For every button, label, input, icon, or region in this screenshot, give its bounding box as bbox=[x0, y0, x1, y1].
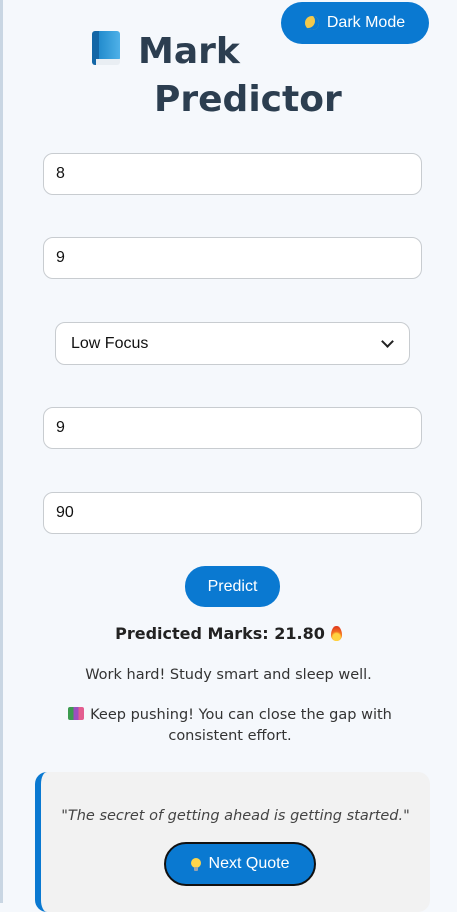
encouragement-tip: Keep pushing! You can close the gap with… bbox=[30, 705, 430, 747]
title-line1: Mark bbox=[138, 31, 240, 72]
input-field-3[interactable] bbox=[43, 407, 422, 449]
book-icon bbox=[92, 31, 120, 65]
books-icon bbox=[68, 707, 85, 720]
quote-card: "The secret of getting ahead is getting … bbox=[35, 772, 430, 912]
title-line2: Predictor bbox=[154, 79, 342, 120]
advice-text: Work hard! Study smart and sleep well. bbox=[85, 667, 372, 683]
chevron-down-icon bbox=[381, 335, 394, 348]
predicted-marks: Predicted Marks: 21.80 bbox=[0, 624, 457, 643]
input-field-4[interactable] bbox=[43, 492, 422, 534]
page-title: Mark Predictor bbox=[92, 28, 342, 124]
tip-text: Keep pushing! You can close the gap with… bbox=[90, 707, 392, 744]
dark-mode-label: Dark Mode bbox=[326, 14, 406, 31]
next-quote-button[interactable]: Next Quote bbox=[164, 842, 316, 886]
input-field-1[interactable] bbox=[43, 153, 422, 195]
next-quote-label: Next Quote bbox=[208, 855, 290, 872]
predict-button[interactable]: Predict bbox=[185, 566, 280, 607]
focus-level-value: Low Focus bbox=[71, 334, 149, 352]
predicted-marks-label: Predicted Marks: 21.80 bbox=[115, 624, 325, 643]
focus-level-select[interactable]: Low Focus bbox=[55, 322, 410, 365]
lightbulb-icon bbox=[190, 857, 201, 871]
quote-text: "The secret of getting ahead is getting … bbox=[61, 808, 410, 824]
input-field-2[interactable] bbox=[43, 237, 422, 279]
page-left-border bbox=[0, 0, 3, 903]
fire-icon bbox=[330, 626, 342, 641]
